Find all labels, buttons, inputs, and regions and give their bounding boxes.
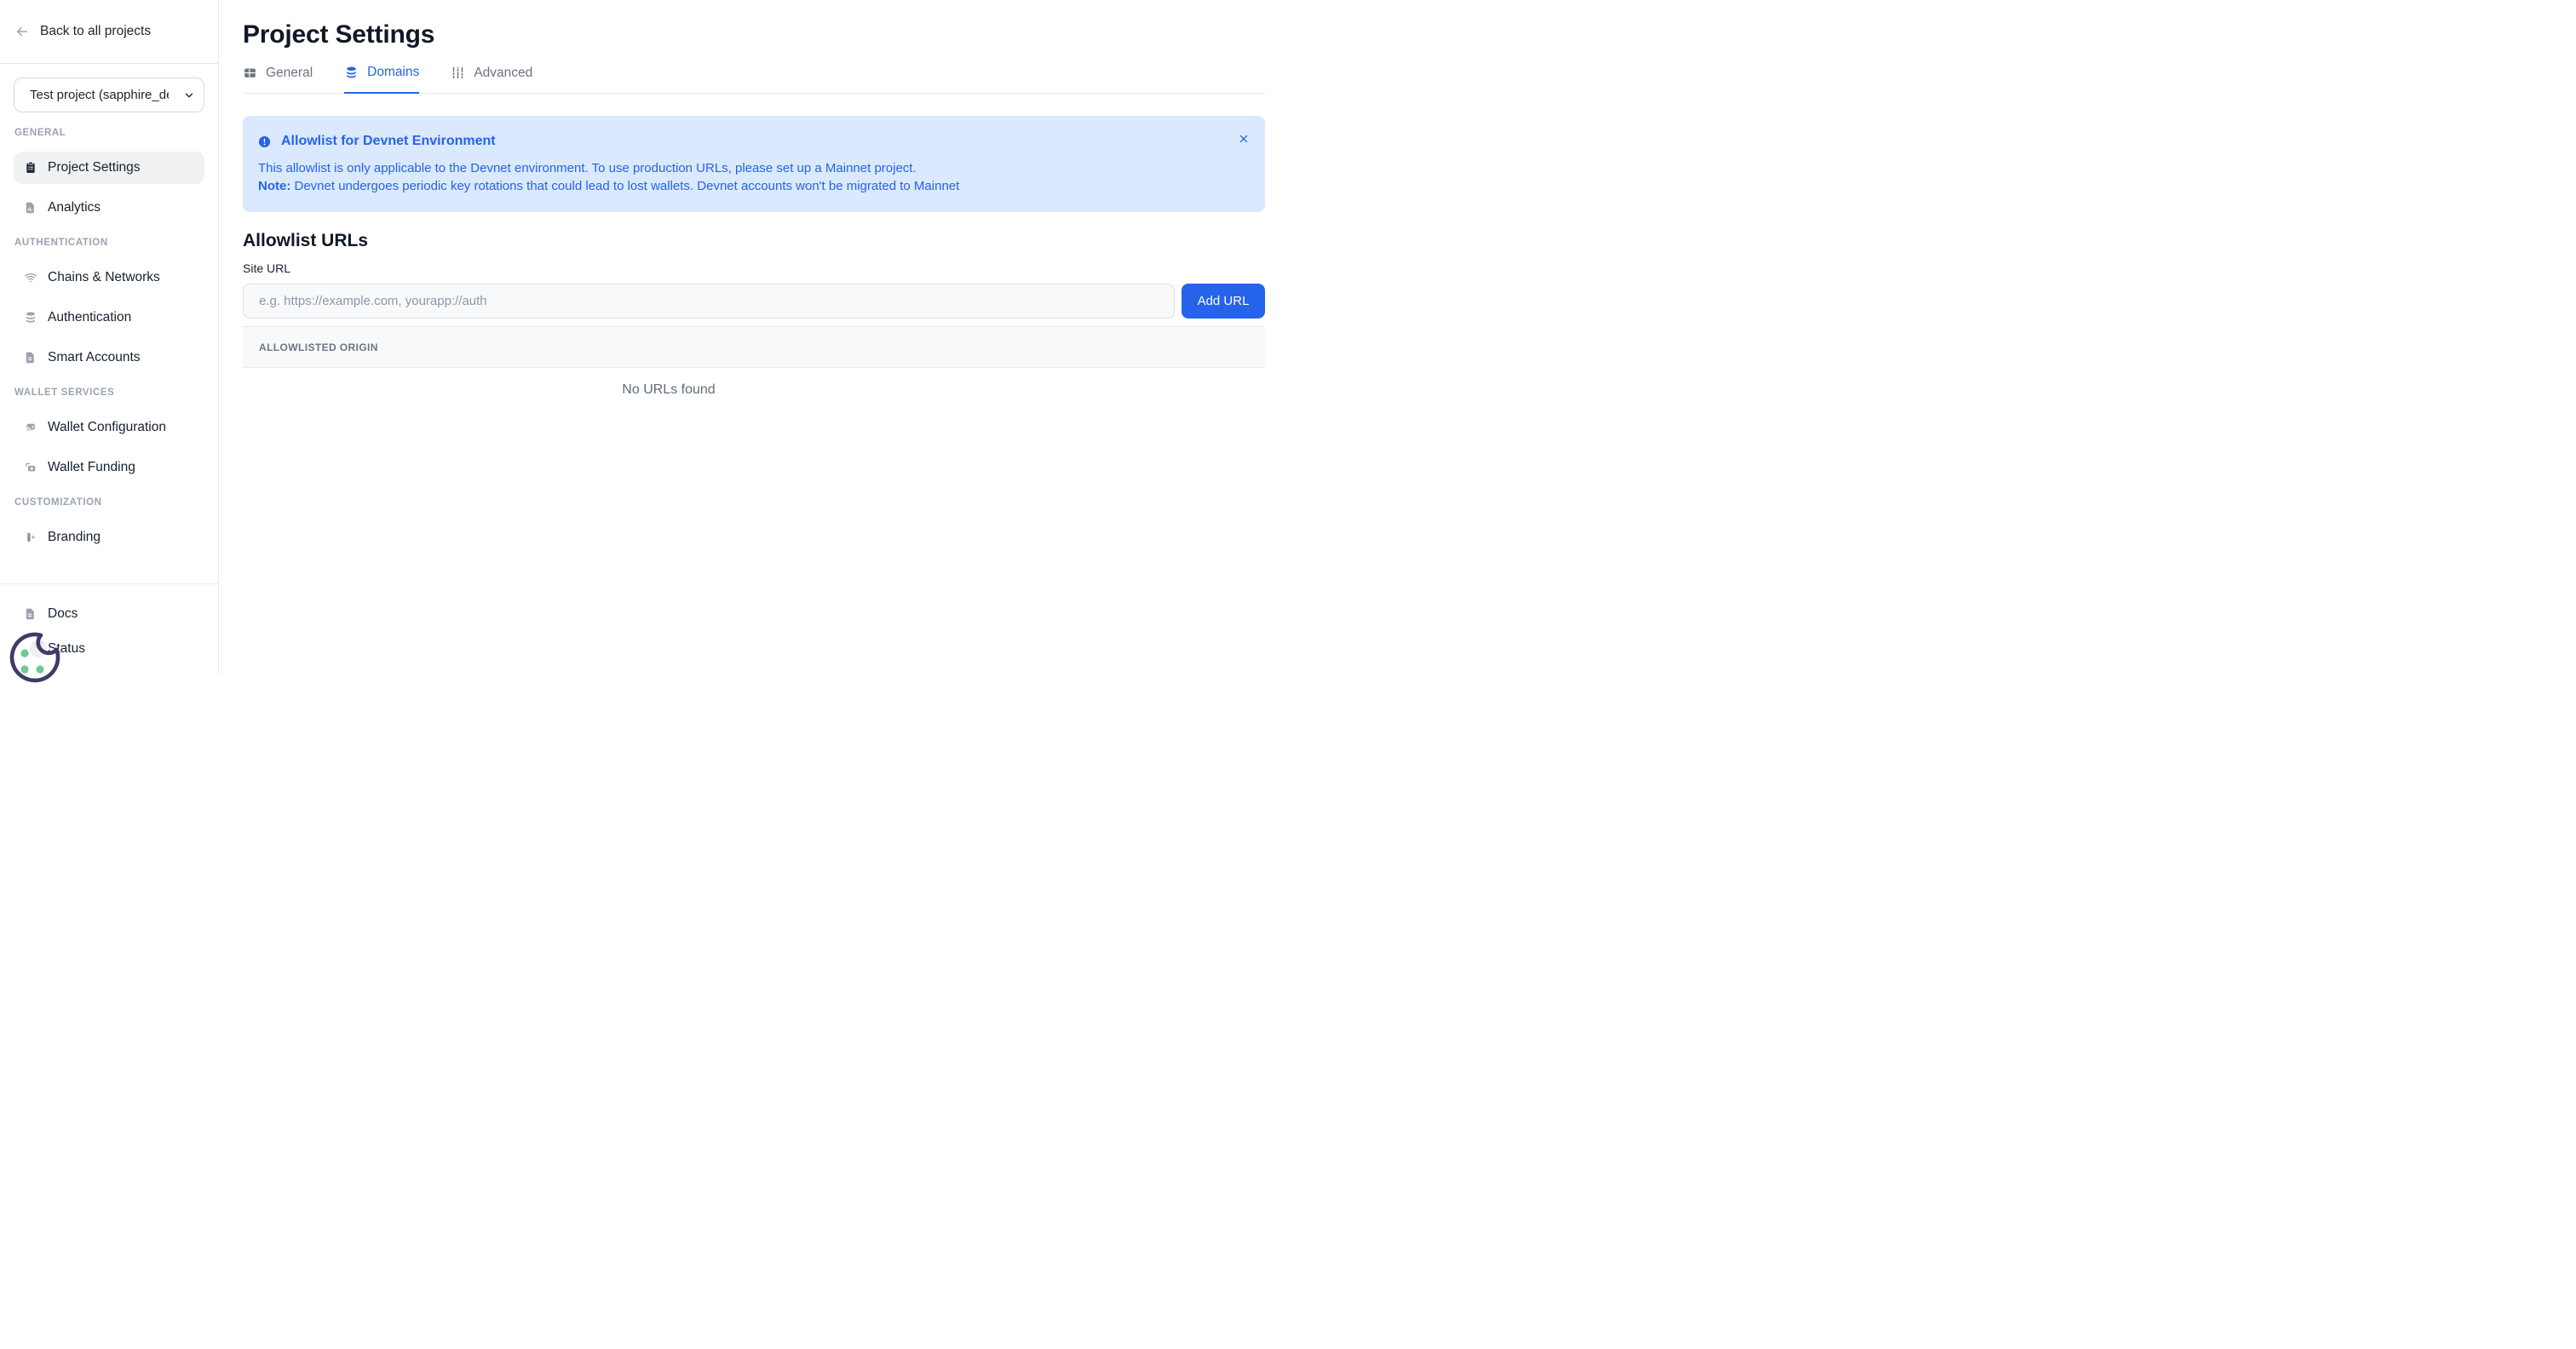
sidebar-item-docs[interactable]: Docs [14,598,204,630]
column-header-label: ALLOWLISTED ORIGIN [259,342,378,353]
site-url-input[interactable] [243,284,1175,319]
sidebar-item-label: Wallet Funding [48,460,135,475]
clipboard-list-icon [24,161,37,175]
file-icon [24,607,37,621]
url-input-row: Add URL [243,284,1265,319]
banner-line-2: Note: Devnet undergoes periodic key rota… [258,177,1221,195]
banner-note-label: Note: [258,179,290,193]
page-title: Project Settings [243,19,1265,51]
site-url-label: Site URL [243,261,1265,275]
sidebar-item-label: Chains & Networks [48,270,160,285]
database-icon [24,311,37,324]
allowlisted-origin-header: ALLOWLISTED ORIGIN [243,326,1265,368]
main-content: Project Settings General Domains Advance… [219,0,1288,674]
sidebar-scroll-area: Test project (sapphire_de GENERAL Projec… [0,64,218,555]
section-label-general: GENERAL [14,128,204,138]
back-label: Back to all projects [40,24,151,39]
close-icon[interactable] [1238,133,1250,145]
banner-note-text: Devnet undergoes periodic key rotations … [290,179,959,193]
sidebar-item-label: Docs [48,606,78,622]
chevron-down-icon [183,89,195,101]
sidebar-item-label: Analytics [48,200,101,215]
tab-domains[interactable]: Domains [344,61,419,94]
devnet-allowlist-banner: Allowlist for Devnet Environment This al… [243,116,1265,212]
sidebar-item-analytics[interactable]: Analytics [14,192,204,224]
wifi-icon [24,271,37,284]
tab-label: General [266,66,313,81]
banner-body: This allowlist is only applicable to the… [258,159,1221,195]
banner-header: Allowlist for Devnet Environment [258,134,1221,149]
back-to-projects-link[interactable]: Back to all projects [0,0,218,64]
file-chart-icon [24,201,37,215]
sidebar-item-wallet-configuration[interactable]: Wallet Configuration [14,411,204,444]
section-label-customization: CUSTOMIZATION [14,497,204,508]
sidebar-item-authentication[interactable]: Authentication [14,301,204,334]
arrow-left-icon [14,24,30,39]
sidebar-item-label: Smart Accounts [48,350,141,365]
sidebar-item-smart-accounts[interactable]: Smart Accounts [14,342,204,374]
database-icon [344,66,359,80]
sidebar-item-label: Project Settings [48,160,141,175]
section-label-authentication: AUTHENTICATION [14,238,204,248]
empty-state-message: No URLs found [243,368,1095,398]
sidebar-item-wallet-funding[interactable]: Wallet Funding [14,451,204,484]
sidebar-item-branding[interactable]: Branding [14,521,204,554]
banknote-stack-icon [24,461,37,474]
file-icon [24,351,37,365]
project-selector-dropdown[interactable]: Test project (sapphire_de [14,77,204,112]
sidebar-item-label: Branding [48,530,101,545]
sidebar-item-chains-networks[interactable]: Chains & Networks [14,261,204,294]
project-selector-value: Test project (sapphire_de [30,88,169,102]
tab-general[interactable]: General [243,61,313,93]
info-icon [258,135,271,148]
table-grid-icon [243,66,257,80]
cookie-icon [7,628,65,686]
sidebar-item-label: Wallet Configuration [48,420,166,435]
branding-icon [24,531,37,544]
add-url-button[interactable]: Add URL [1182,284,1265,319]
tab-advanced[interactable]: Advanced [451,61,532,93]
tab-label: Advanced [474,66,532,81]
allowlist-urls-heading: Allowlist URLs [243,231,1265,251]
sidebar-item-label: Authentication [48,310,131,325]
banner-line-1: This allowlist is only applicable to the… [258,159,1221,177]
section-label-wallet-services: WALLET SERVICES [14,387,204,398]
cookie-preferences-button[interactable] [7,628,65,690]
sliders-icon [451,66,465,80]
wallet-gear-icon [24,421,37,434]
tab-label: Domains [367,65,419,80]
tab-bar: General Domains Advanced [243,61,1265,94]
banner-title: Allowlist for Devnet Environment [281,134,496,149]
sidebar-item-project-settings[interactable]: Project Settings [14,152,204,184]
sidebar: Back to all projects Test project (sapph… [0,0,219,674]
